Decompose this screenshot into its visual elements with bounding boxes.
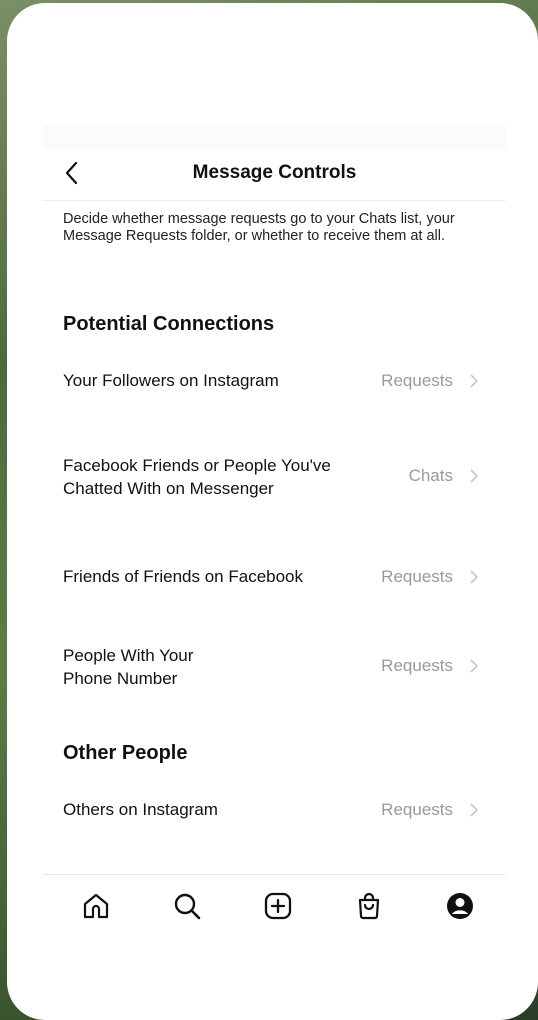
row-value: Chats xyxy=(408,466,453,485)
home-icon xyxy=(83,893,109,919)
row-label: Friends of Friends on Facebook xyxy=(63,567,304,586)
page-title: Message Controls xyxy=(192,162,357,183)
bottom-tab-bar xyxy=(43,874,506,935)
chevron-right-icon xyxy=(470,469,479,483)
header-bar: Message Controls xyxy=(43,150,506,201)
row-label: People With Your Phone Number xyxy=(63,646,194,688)
setting-row-facebook-friends[interactable]: Facebook Friends or People You've Chatte… xyxy=(63,453,483,501)
shop-icon xyxy=(358,892,380,920)
setting-row-phone-number[interactable]: People With Your Phone Number Requests xyxy=(63,643,483,691)
page-description: Decide whether message requests go to yo… xyxy=(63,211,455,244)
row-value: Requests xyxy=(381,656,453,675)
tab-create[interactable] xyxy=(261,889,295,923)
create-post-icon xyxy=(264,892,292,920)
row-label: Facebook Friends or People You've Chatte… xyxy=(63,456,331,498)
tab-home[interactable] xyxy=(79,889,113,923)
row-label: Your Followers on Instagram xyxy=(63,371,279,390)
tab-profile[interactable] xyxy=(443,889,477,923)
tab-shop[interactable] xyxy=(352,889,386,923)
row-label: Others on Instagram xyxy=(63,800,218,819)
profile-icon xyxy=(447,893,473,919)
row-value: Requests xyxy=(381,800,453,819)
setting-row-followers[interactable]: Your Followers on Instagram Requests xyxy=(63,368,483,394)
status-area xyxy=(43,124,506,150)
section-title-potential-connections: Potential Connections xyxy=(63,313,275,335)
chevron-right-icon xyxy=(470,803,479,817)
row-value: Requests xyxy=(381,371,453,390)
setting-row-friends-of-friends[interactable]: Friends of Friends on Facebook Requests xyxy=(63,564,483,590)
chevron-right-icon xyxy=(470,570,479,584)
section-title-other-people: Other People xyxy=(63,742,188,764)
tab-search[interactable] xyxy=(170,889,204,923)
chevron-right-icon xyxy=(470,659,479,673)
row-value: Requests xyxy=(381,567,453,586)
setting-row-others-on-instagram[interactable]: Others on Instagram Requests xyxy=(63,797,483,823)
search-icon xyxy=(174,893,201,920)
chevron-right-icon xyxy=(470,374,479,388)
